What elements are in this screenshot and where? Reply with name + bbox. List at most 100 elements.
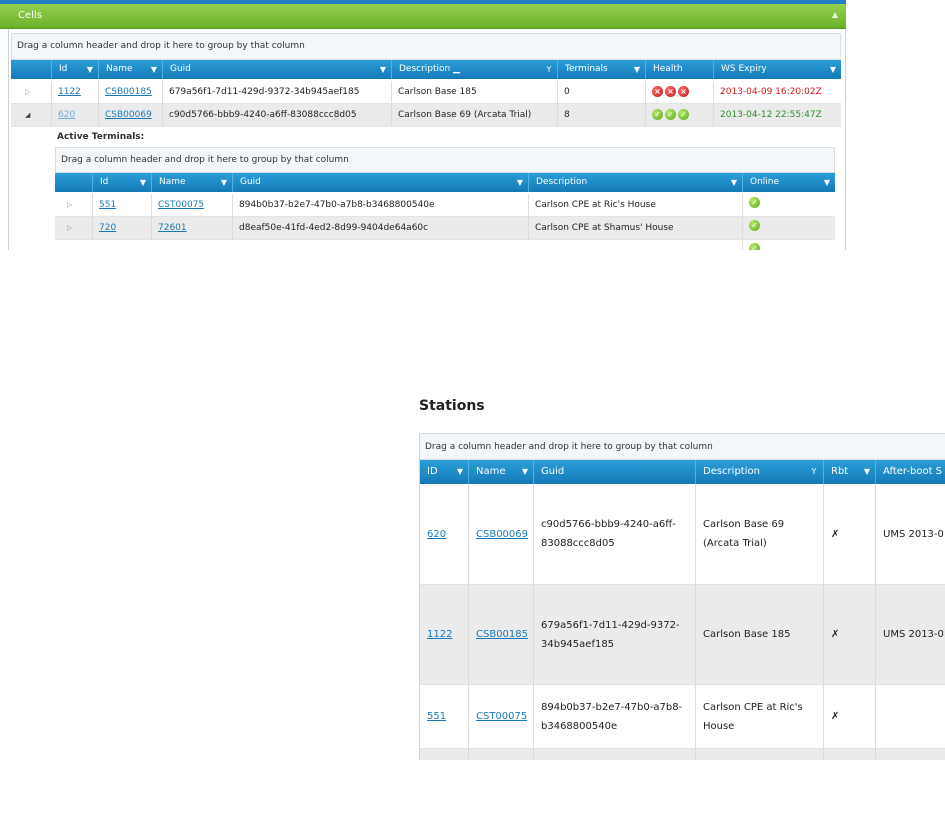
cell-rbt: [823, 749, 875, 760]
filter-icon[interactable]: ▼: [522, 460, 528, 484]
cell-description: Carlson Base 69 (Arcata Trial): [695, 484, 823, 584]
table-row[interactable]: [420, 749, 945, 760]
check-icon: ✓: [749, 243, 760, 250]
filter-icon[interactable]: ▼: [140, 173, 146, 192]
cells-panel-header[interactable]: Cells ▲: [0, 4, 846, 29]
cell-description: Carlson Base 185: [391, 81, 557, 103]
column-header-label: Terminals: [565, 64, 608, 74]
filter-icon[interactable]: ▼: [864, 460, 870, 484]
cell-id-link[interactable]: 1122: [58, 87, 81, 97]
cell-online: ✓: [742, 194, 835, 216]
table-row[interactable]: 1122 CSB00185 679a56f1-7d11-429d-9372- 34…: [420, 585, 945, 685]
column-header-terminals[interactable]: Terminals ▼: [557, 60, 645, 79]
column-header-label: Online: [750, 177, 780, 187]
cell-id-link[interactable]: 620: [427, 525, 446, 544]
filter-icon[interactable]: ▼: [87, 60, 93, 79]
group-by-drop-zone[interactable]: Drag a column header and drop it here to…: [11, 33, 841, 60]
error-icon: ×: [665, 86, 676, 97]
column-header-name[interactable]: Name ▼: [468, 460, 533, 484]
column-header-ws-expiry[interactable]: WS Expiry ▼: [713, 60, 841, 79]
column-header-id[interactable]: ID ▼: [420, 460, 468, 484]
guid-line: 679a56f1-7d11-429d-9372-: [541, 619, 680, 631]
cell-guid: 679a56f1-7d11-429d-9372-34b945aef185: [533, 585, 695, 684]
stations-grid-header: ID ▼ Name ▼ Guid Description Y Rbt ▼ After-…: [420, 460, 945, 484]
collapse-icon[interactable]: ▲: [832, 10, 838, 19]
filter-icon[interactable]: ▼: [824, 173, 830, 192]
column-header-id[interactable]: Id ▼: [51, 60, 98, 79]
expand-row-icon[interactable]: ▷: [25, 81, 30, 103]
cell-name-link[interactable]: CSB00069: [476, 525, 528, 544]
active-filter-icon[interactable]: Y: [541, 60, 557, 79]
cell-id-link[interactable]: 620: [58, 110, 75, 120]
table-row[interactable]: ▷ 551 CST00075 894b0b37-b2e7-47b0-a7b8-b…: [55, 194, 835, 217]
cell-description: [695, 749, 823, 760]
description-line: Carlson Base 69: [703, 519, 785, 530]
table-row[interactable]: ▷ 720 72601 d8eaf50e-41fd-4ed2-8d99-9404…: [55, 217, 835, 240]
column-header-health[interactable]: Health: [645, 60, 713, 79]
cell-name-link[interactable]: CST00075: [158, 200, 204, 210]
filter-icon[interactable]: ▼: [221, 173, 227, 192]
column-header-label: Name: [106, 64, 133, 74]
collapse-row-icon[interactable]: ◢: [25, 104, 30, 126]
table-row[interactable]: 620 CSB00069 c90d5766-bbb9-4240-a6ff- 830…: [420, 484, 945, 585]
filter-icon[interactable]: ▼: [634, 60, 640, 79]
column-header-name[interactable]: Name ▼: [151, 173, 232, 192]
column-header-description[interactable]: Description Y: [695, 460, 823, 484]
cell-after-boot: UMS 2013-0: [875, 585, 945, 684]
cell-name-link[interactable]: CSB00069: [105, 110, 152, 120]
column-header-description[interactable]: Description ▼: [528, 173, 742, 192]
filter-icon[interactable]: ▼: [151, 60, 157, 79]
cell-name: CST00075: [468, 685, 533, 748]
filter-icon[interactable]: ▼: [830, 60, 836, 79]
cell-online: ✓: [742, 240, 835, 250]
cell-guid: d8eaf50e-41fd-4ed2-8d99-9404de64a60c: [232, 217, 528, 239]
column-header-name[interactable]: Name ▼: [98, 60, 162, 79]
terminals-group-by-drop-zone[interactable]: Drag a column header and drop it here to…: [55, 147, 835, 173]
cell-description: Carlson Base 185: [695, 585, 823, 684]
stations-grid: Drag a column header and drop it here to…: [419, 433, 945, 760]
active-filter-icon[interactable]: Y: [805, 460, 823, 484]
cell-guid: 679a56f1-7d11-429d-9372-34b945aef185: [162, 81, 391, 103]
cell-rbt: ✗: [823, 585, 875, 684]
cell-id-link[interactable]: 551: [99, 200, 116, 210]
expand-row-icon[interactable]: ▷: [67, 194, 72, 216]
column-header-rbt[interactable]: Rbt ▼: [823, 460, 875, 484]
cell-id-link[interactable]: 551: [427, 707, 446, 726]
column-header-description[interactable]: Description ▁ Y: [391, 60, 557, 79]
group-by-drop-zone[interactable]: Drag a column header and drop it here to…: [420, 433, 945, 460]
error-icon: ×: [678, 86, 689, 97]
column-header-online[interactable]: Online ▼: [742, 173, 835, 192]
column-header-label: Id: [59, 64, 68, 74]
cell-name-link[interactable]: CSB00185: [105, 87, 152, 97]
table-row[interactable]: 551 CST00075 894b0b37-b2e7-47b0-a7b8- b34…: [420, 685, 945, 749]
column-header-guid[interactable]: Guid: [533, 460, 695, 484]
cell-guid: [533, 749, 695, 760]
cell-name-link[interactable]: CSB00185: [476, 625, 528, 644]
column-header-guid[interactable]: Guid ▼: [162, 60, 391, 79]
filter-icon[interactable]: ▼: [731, 173, 737, 192]
cell-name-link[interactable]: 72601: [158, 223, 187, 233]
check-icon: ✓: [749, 197, 760, 208]
table-row[interactable]: ▷ 1122 CSB00185 679a56f1-7d11-429d-9372-…: [11, 81, 841, 104]
column-header-after-boot[interactable]: After-boot S: [875, 460, 945, 484]
column-header-label: Guid: [541, 466, 565, 477]
cell-id-link[interactable]: 1122: [427, 625, 452, 644]
column-header-label: After-boot S: [883, 466, 943, 477]
guid-line: 894b0b37-b2e7-47b0-a7b8-: [541, 701, 683, 713]
column-header-guid[interactable]: Guid ▼: [232, 173, 528, 192]
column-header-id[interactable]: Id ▼: [92, 173, 151, 192]
expand-row-icon[interactable]: ▷: [67, 217, 72, 239]
filter-icon[interactable]: ▼: [517, 173, 523, 192]
filter-icon[interactable]: ▼: [457, 460, 463, 484]
cell-id: 620: [420, 484, 468, 584]
cell-guid: c90d5766-bbb9-4240-a6ff- 83088ccc8d05: [533, 484, 695, 584]
cell-rbt: ✗: [823, 685, 875, 748]
sort-indicator-icon: ▁: [453, 64, 461, 74]
cell-guid: 894b0b37-b2e7-47b0-a7b8- b3468800540e: [533, 685, 695, 748]
column-header-label: WS Expiry: [721, 64, 767, 74]
filter-icon[interactable]: ▼: [380, 60, 386, 79]
table-row[interactable]: ◢ 620 CSB00069 c90d5766-bbb9-4240-a6ff-8…: [11, 104, 841, 127]
table-row[interactable]: ✓: [55, 240, 835, 250]
cell-id-link[interactable]: 720: [99, 223, 116, 233]
cell-name-link[interactable]: CST00075: [476, 707, 527, 726]
